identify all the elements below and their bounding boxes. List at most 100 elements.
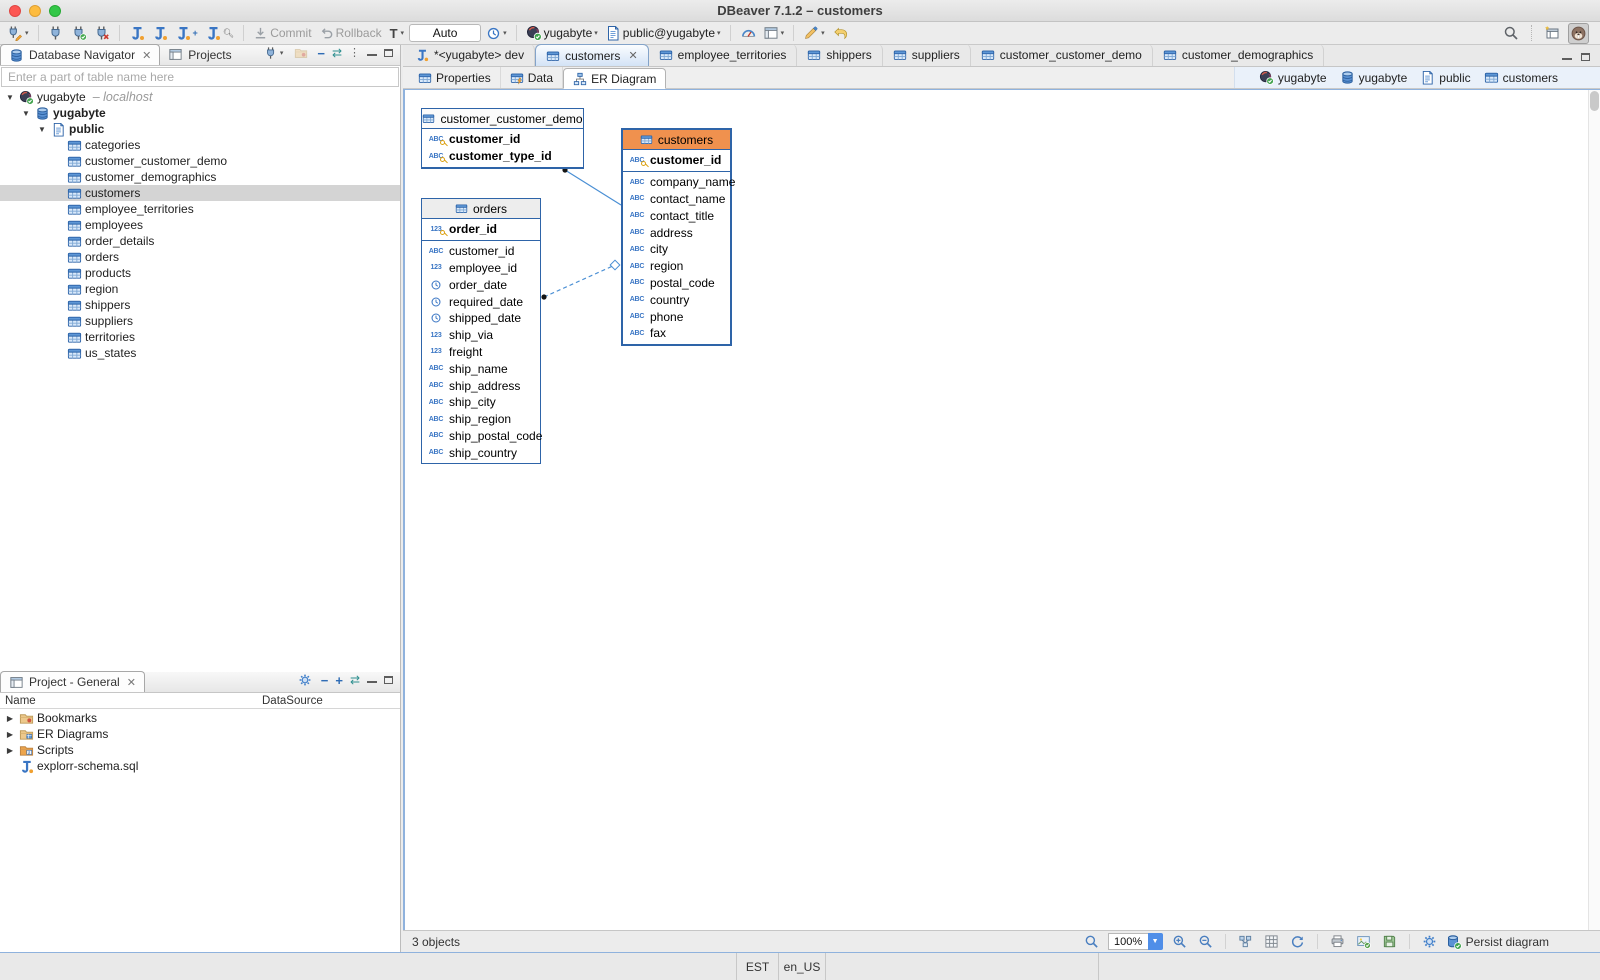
table-filter-input[interactable] (1, 67, 399, 87)
view-menu-button[interactable]: ⋮ (349, 48, 360, 59)
zoom-in-button[interactable] (1170, 933, 1189, 950)
er-column[interactable]: order_date (422, 276, 540, 293)
tree-item[interactable]: employee_territories (0, 201, 400, 217)
scrollbar-thumb[interactable] (1590, 91, 1599, 111)
er-column[interactable]: ABCship_country (422, 444, 540, 461)
close-icon[interactable]: ✕ (142, 49, 151, 62)
zoom-out-button[interactable] (1196, 933, 1215, 950)
column-name[interactable]: Name (5, 695, 36, 707)
er-column[interactable]: ABCcontact_title (623, 207, 730, 224)
tab-project-general[interactable]: Project - General ✕ (0, 671, 145, 692)
diagram-settings-button[interactable] (1420, 933, 1439, 950)
er-column[interactable]: ABCcustomer_id (422, 131, 583, 148)
er-table-customer_customer_demo[interactable]: customer_customer_demoABCcustomer_idABCc… (421, 108, 584, 169)
zoom-window-button[interactable] (49, 5, 61, 17)
er-diagram-canvas[interactable]: customer_customer_demoABCcustomer_idABCc… (403, 89, 1600, 930)
er-column[interactable]: ABCship_address (422, 377, 540, 394)
expand-arrow[interactable]: ▼ (20, 109, 32, 118)
project-item[interactable]: ▶ER Diagrams (0, 726, 400, 742)
breadcrumb-item[interactable]: customers (1484, 70, 1558, 85)
er-column[interactable]: ABCcustomer_type_id (422, 148, 583, 165)
er-column[interactable]: ABCcontact_name (623, 191, 730, 208)
tree-item[interactable]: region (0, 281, 400, 297)
minimize-view-button[interactable] (367, 48, 377, 56)
close-icon[interactable]: ✕ (127, 676, 136, 689)
zoom-level-value[interactable]: 100% (1108, 933, 1148, 950)
er-column[interactable]: 123employee_id (422, 260, 540, 277)
project-item[interactable]: explorr-schema.sql (0, 758, 400, 774)
er-table-customers[interactable]: customersABCcustomer_idABCcompany_nameAB… (621, 128, 732, 346)
column-datasource[interactable]: DataSource (262, 695, 323, 707)
expand-button[interactable]: + (335, 674, 343, 687)
reconnect-button[interactable] (69, 24, 89, 42)
new-connection-button[interactable]: ▾ (5, 24, 31, 42)
er-column[interactable]: ABCcustomer_id (623, 152, 730, 169)
connect-button[interactable] (46, 24, 66, 42)
expand-arrow[interactable]: ▼ (4, 93, 16, 102)
disconnect-button[interactable] (92, 24, 112, 42)
tree-item[interactable]: customer_customer_demo (0, 153, 400, 169)
search-button[interactable] (1501, 24, 1521, 42)
editor-tab[interactable]: customer_demographics (1153, 44, 1324, 66)
new-folder-button[interactable] (292, 45, 310, 61)
expand-arrow[interactable]: ▶ (4, 730, 16, 739)
minimize-editor-button[interactable] (1562, 52, 1572, 60)
tree-item[interactable]: customer_demographics (0, 169, 400, 185)
tree-item[interactable]: order_details (0, 233, 400, 249)
expand-arrow[interactable]: ▼ (36, 125, 48, 134)
maximize-view-button[interactable] (384, 676, 393, 684)
er-table-header[interactable]: customers (623, 130, 730, 150)
tree-item[interactable]: ▼public (0, 121, 400, 137)
transaction-mode-button[interactable]: T▾ (387, 25, 406, 42)
tree-item[interactable]: products (0, 265, 400, 281)
editor-tab[interactable]: employee_territories (649, 44, 798, 66)
er-column[interactable]: ABCship_postal_code (422, 428, 540, 445)
arrange-diagram-button[interactable] (1236, 933, 1255, 950)
persist-diagram-button[interactable]: Persist diagram (1446, 934, 1549, 950)
er-column[interactable]: ABCcountry (623, 291, 730, 308)
project-item[interactable]: ▶Scripts (0, 742, 400, 758)
export-image-button[interactable] (1354, 933, 1373, 950)
new-sql-editor-button[interactable]: + (173, 24, 200, 42)
expand-arrow[interactable]: ▶ (4, 714, 16, 723)
save-diagram-button[interactable] (1380, 933, 1399, 950)
er-column[interactable]: ABCfax (623, 325, 730, 342)
er-column[interactable]: ABCcity (623, 241, 730, 258)
toggle-grid-button[interactable] (1262, 933, 1281, 950)
editor-tab[interactable]: shippers (797, 44, 882, 66)
er-column[interactable]: shipped_date (422, 310, 540, 327)
close-window-button[interactable] (9, 5, 21, 17)
project-item[interactable]: ▶Bookmarks (0, 710, 400, 726)
expand-arrow[interactable]: ▶ (4, 746, 16, 755)
tree-item[interactable]: ▼yugabyte– localhost (0, 89, 400, 105)
tree-item[interactable]: us_states (0, 345, 400, 361)
tree-item[interactable]: customers (0, 185, 400, 201)
breadcrumb-item[interactable]: public (1420, 70, 1470, 85)
active-schema-selector[interactable]: public@yugabyte▾ (603, 24, 723, 42)
er-table-orders[interactable]: orders123order_idABCcustomer_id123employ… (421, 198, 541, 464)
er-column[interactable]: ABCphone (623, 308, 730, 325)
breadcrumb-item[interactable]: yugabyte (1259, 70, 1327, 85)
print-diagram-button[interactable] (1328, 933, 1347, 950)
er-column[interactable]: ABCcustomer_id (422, 243, 540, 260)
er-column[interactable]: ABCship_city (422, 394, 540, 411)
er-column[interactable]: ABCpostal_code (623, 275, 730, 292)
zoom-dropdown-button[interactable]: ▼ (1148, 933, 1163, 950)
transaction-log-button[interactable]: ▾ (484, 25, 509, 42)
active-connection-selector[interactable]: yugabyte▾ (524, 24, 600, 42)
er-column[interactable]: 123order_id (422, 221, 540, 238)
collapse-button[interactable]: − (321, 674, 329, 687)
close-tab-icon[interactable]: ✕ (628, 49, 637, 62)
new-connection-dropdown[interactable]: ▾ (262, 45, 286, 61)
minimize-window-button[interactable] (29, 5, 41, 17)
er-column[interactable]: ABCcompany_name (623, 174, 730, 191)
find-sql-editor-button[interactable]: 🔍︎ (203, 24, 236, 42)
format-button[interactable]: ▾ (801, 24, 827, 42)
subtab-data[interactable]: Data (501, 67, 563, 88)
editor-tab[interactable]: suppliers (883, 44, 971, 66)
breadcrumb-item[interactable]: yugabyte (1340, 70, 1408, 85)
tree-item[interactable]: ▼yugabyte (0, 105, 400, 121)
editor-tab[interactable]: customer_customer_demo (971, 44, 1153, 66)
maximize-view-button[interactable] (384, 49, 393, 57)
sql-editor-button[interactable] (127, 24, 147, 42)
